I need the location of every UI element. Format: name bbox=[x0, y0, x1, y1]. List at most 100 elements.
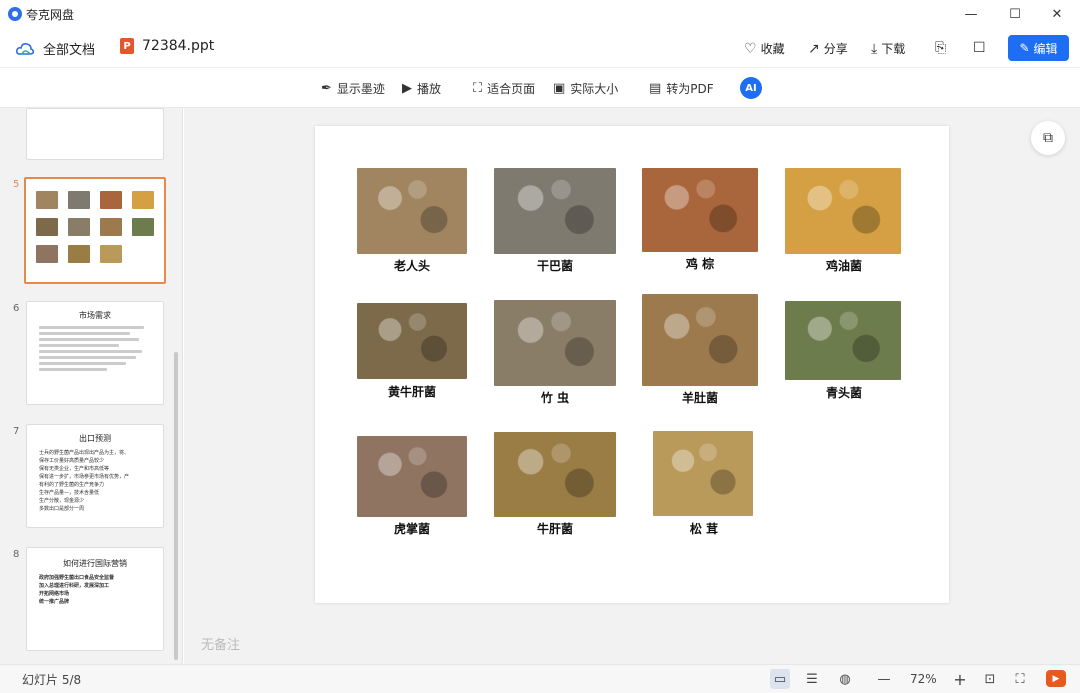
mushroom-photo bbox=[357, 168, 467, 254]
title-bar bbox=[0, 0, 1080, 28]
sidebar-scrollbar[interactable] bbox=[174, 352, 178, 660]
favorite-button[interactable]: ♡ 收藏 bbox=[744, 40, 785, 57]
mushroom-caption: 干巴菌 bbox=[536, 259, 573, 273]
zoom-out-button[interactable]: — bbox=[874, 669, 894, 689]
mushroom-caption: 老人头 bbox=[393, 259, 430, 273]
mushroom-caption: 虎掌菌 bbox=[393, 522, 430, 536]
notes-view-button[interactable]: ☰ bbox=[802, 669, 822, 689]
globe-icon: ◍ bbox=[839, 671, 851, 687]
mushroom-photo bbox=[357, 303, 467, 379]
mushroom-caption: 竹 虫 bbox=[540, 391, 570, 405]
ocr-extract-button[interactable]: ⧉ bbox=[1031, 121, 1065, 155]
app-logo-icon bbox=[8, 7, 22, 21]
mushroom-photo bbox=[494, 432, 616, 517]
thumbnail-photo bbox=[100, 191, 122, 209]
text-extract-icon: ⧉ bbox=[1043, 130, 1053, 146]
thumbnail-bullet: 有利的了野生菌的生产竞争力 bbox=[39, 482, 105, 488]
download-label: 下载 bbox=[881, 42, 906, 56]
feedback-button[interactable]: ☐ bbox=[973, 40, 990, 56]
thumbnail-photo bbox=[68, 218, 90, 236]
thumbnail-photo bbox=[100, 245, 122, 263]
plus-icon: + bbox=[953, 669, 967, 689]
feedback-icon: ☐ bbox=[973, 40, 986, 56]
mushroom-photo bbox=[357, 436, 467, 517]
heart-icon: ♡ bbox=[744, 40, 757, 57]
fit-icon: ⊡ bbox=[984, 671, 996, 687]
share-icon: ↗ bbox=[808, 40, 820, 57]
play-button[interactable]: ▶ 播放 bbox=[402, 80, 441, 97]
download-icon: ⤓ bbox=[871, 40, 878, 57]
ai-assistant-button[interactable]: AI bbox=[740, 77, 762, 99]
share-label: 分享 bbox=[823, 42, 848, 56]
thumbnail-photo bbox=[36, 218, 58, 236]
mushroom-caption: 羊肚菌 bbox=[681, 391, 718, 405]
slide-thumbnail-6[interactable]: 市场需求 bbox=[26, 301, 164, 405]
thumbnail-photo bbox=[36, 245, 58, 263]
close-button[interactable]: ✕ bbox=[1034, 0, 1080, 28]
share-button[interactable]: ↗ 分享 bbox=[808, 40, 848, 57]
import-icon: ⎘ bbox=[935, 40, 947, 56]
edit-label: 编辑 bbox=[1033, 41, 1058, 56]
maximize-button[interactable]: ☐ bbox=[992, 0, 1038, 28]
thumbnail-photo bbox=[68, 191, 90, 209]
edit-button[interactable]: ✎ 编辑 bbox=[1008, 35, 1069, 61]
breadcrumb-root-label: 全部文档 bbox=[43, 43, 96, 58]
current-slide: 老人头 干巴菌 鸡 棕 鸡油菌 黄牛肝菌 竹 虫 羊肚菌 青头菌 虎掌菌 牛肝菌 松 茸 bbox=[315, 126, 949, 603]
play-circle-icon: ▶ bbox=[402, 81, 412, 96]
slide-thumbnail-8[interactable]: 如何进行国际营销 政府加强野生菌出口食品安全监督 加入总理进行科研，发展深加工 … bbox=[26, 547, 164, 651]
thumbnail-bullets: 政府加强野生菌出口食品安全监督 加入总理进行科研，发展深加工 开拓网络市场 统一… bbox=[39, 574, 153, 606]
convert-pdf-label: 转为PDF bbox=[666, 82, 714, 96]
pencil-icon: ✎ bbox=[1019, 41, 1030, 55]
normal-view-button[interactable]: ▭ bbox=[770, 669, 790, 689]
actual-size-icon: ▣ bbox=[553, 81, 566, 96]
app-title: 夸克网盘 bbox=[26, 8, 75, 22]
thumbnail-bullet: 多数出口是部分一周 bbox=[39, 506, 85, 512]
mushroom-photo bbox=[642, 294, 758, 386]
favorite-label: 收藏 bbox=[760, 42, 785, 56]
thumbnail-bullet: 保有进一步扩，市场参更市场有优势，产 bbox=[39, 474, 130, 480]
thumbnail-photo bbox=[132, 218, 154, 236]
breadcrumb-root[interactable]: 全部文档 bbox=[16, 39, 95, 58]
thumbnail-bullet: 政府加强野生菌出口食品安全监督 bbox=[39, 575, 115, 581]
thumbnail-bullet: 保存工价量好高质量产品较少 bbox=[39, 458, 105, 464]
slide-counter: 幻灯片 5/8 bbox=[22, 673, 82, 687]
thumbnail-bullet: 加入总理进行科研，发展深加工 bbox=[39, 583, 110, 589]
convert-pdf-button[interactable]: ▤ 转为PDF bbox=[649, 80, 714, 97]
fit-page-button[interactable]: ⛶ 适合页面 bbox=[473, 80, 535, 97]
show-ink-button[interactable]: ✒ 显示墨迹 bbox=[321, 80, 385, 97]
notes-placeholder[interactable]: 无备注 bbox=[201, 634, 240, 653]
download-button[interactable]: ⤓ 下载 bbox=[871, 40, 905, 57]
slide-number-8: 8 bbox=[13, 549, 20, 560]
slide-number-7: 7 bbox=[13, 426, 20, 437]
mushroom-photo bbox=[653, 431, 753, 516]
fit-window-button[interactable]: ⊡ bbox=[980, 669, 1000, 689]
view-toolbar bbox=[0, 68, 1080, 108]
slide-number-5: 5 bbox=[13, 179, 20, 190]
mushroom-photo bbox=[785, 168, 901, 254]
thumbnail-bullet: 保有无类企业，生产和市高低等 bbox=[39, 466, 110, 472]
save-to-drive-button[interactable]: ⎘ bbox=[935, 40, 950, 56]
file-name: 72384.ppt bbox=[142, 38, 215, 54]
zoom-in-button[interactable]: + bbox=[950, 669, 970, 689]
slide-thumbnail-panel[interactable]: 5 6 市场需求 7 出口预测 士兵的野生菌产品出现出产品为主，将、 保存工价量… bbox=[0, 108, 183, 664]
actual-size-button[interactable]: ▣ 实际大小 bbox=[553, 80, 618, 97]
fullscreen-button[interactable]: ⛶ bbox=[1010, 669, 1030, 689]
minimize-button[interactable]: — bbox=[948, 0, 994, 28]
thumbnail-title: 市场需求 bbox=[79, 311, 111, 320]
ppt-file-icon: P bbox=[120, 38, 134, 54]
show-ink-label: 显示墨迹 bbox=[336, 82, 385, 96]
web-view-button[interactable]: ◍ bbox=[835, 669, 855, 689]
normal-view-icon: ▭ bbox=[773, 671, 787, 687]
mushroom-photo bbox=[785, 301, 901, 380]
mushroom-caption: 鸡油菌 bbox=[825, 259, 862, 273]
file-name-crumb: P 72384.ppt bbox=[120, 38, 214, 54]
thumbnail-bullet: 生存产品量—，技术含量低 bbox=[39, 490, 100, 496]
mushroom-photo bbox=[494, 300, 616, 386]
slide-thumbnail-5[interactable] bbox=[24, 177, 166, 284]
slideshow-button[interactable]: ▶ bbox=[1046, 670, 1066, 687]
mushroom-caption: 牛肝菌 bbox=[536, 522, 573, 536]
slide-thumbnail-4[interactable] bbox=[26, 108, 164, 160]
thumbnail-bullet: 统一推广品牌 bbox=[39, 599, 70, 605]
fullscreen-icon: ⛶ bbox=[1015, 671, 1025, 687]
slide-thumbnail-7[interactable]: 出口预测 士兵的野生菌产品出现出产品为主，将、 保存工价量好高质量产品较少 保有… bbox=[26, 424, 164, 528]
